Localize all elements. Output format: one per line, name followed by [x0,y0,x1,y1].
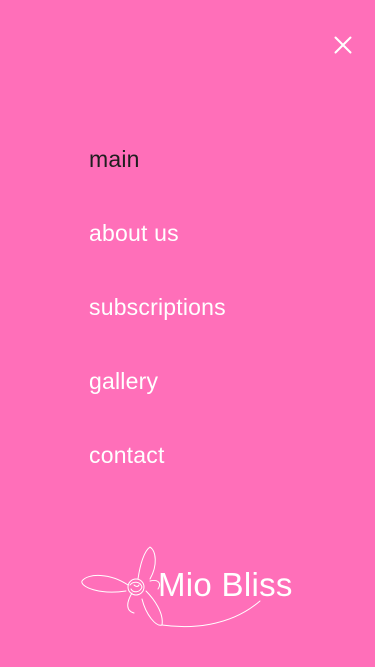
close-menu-button[interactable] [328,30,358,60]
brand-logo[interactable]: Mio Bliss [80,543,300,633]
nav-item-gallery: gallery [89,364,226,438]
close-icon [334,36,352,54]
nav-item-about-us: about us [89,216,226,290]
nav-item-subscriptions: subscriptions [89,290,226,364]
mobile-menu-overlay: main about us subscriptions gallery cont… [0,0,375,667]
main-navigation: main about us subscriptions gallery cont… [89,142,226,512]
nav-link-gallery[interactable]: gallery [89,364,158,398]
nav-link-contact[interactable]: contact [89,438,165,472]
nav-item-main: main [89,142,226,216]
nav-item-contact: contact [89,438,226,512]
nav-link-subscriptions[interactable]: subscriptions [89,290,226,324]
brand-name: Mio Bliss [158,566,293,603]
nav-link-main[interactable]: main [89,142,140,176]
nav-link-about-us[interactable]: about us [89,216,179,250]
